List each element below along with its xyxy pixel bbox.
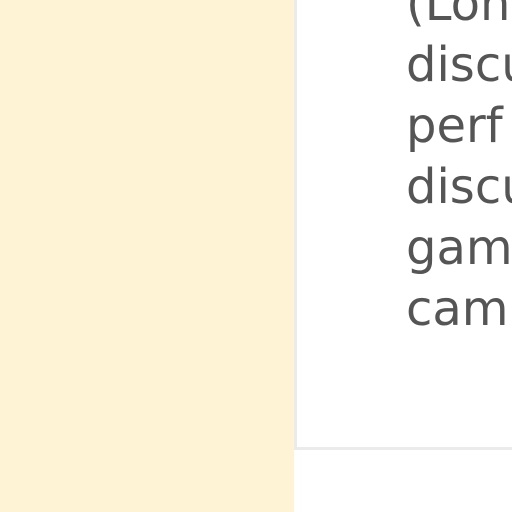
- card-text-line: cam: [406, 281, 509, 337]
- left-sidebar-panel: [0, 0, 294, 512]
- card-text-line: discu: [406, 159, 512, 215]
- card-text-line: discu: [406, 37, 512, 93]
- content-card: (Lon discu perf discu gam cam: [294, 0, 512, 450]
- card-text-line: (Lon: [406, 0, 511, 32]
- card-text-line: gam: [406, 220, 512, 276]
- page-viewport: (Lon discu perf discu gam cam: [0, 0, 512, 512]
- card-text-line: perf: [406, 98, 503, 154]
- card-description-text: (Lon discu perf discu gam cam: [406, 0, 512, 340]
